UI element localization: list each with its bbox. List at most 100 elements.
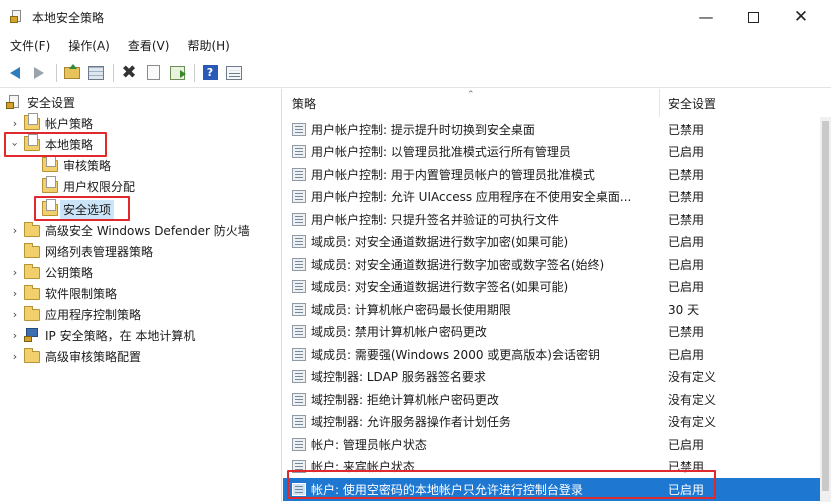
tree-item-ip-security[interactable]: › IP 安全策略，在 本地计算机 xyxy=(10,325,195,346)
tree-item-public-key[interactable]: › 公钥策略 xyxy=(10,262,93,283)
annotation-box-selected-policy xyxy=(287,470,716,499)
expand-chevron-icon[interactable]: › xyxy=(10,308,20,321)
properties-icon xyxy=(146,65,160,80)
title-bar: 本地安全策略 — ✕ xyxy=(0,0,831,34)
folder-icon xyxy=(24,284,40,300)
ip-security-icon xyxy=(24,328,40,343)
column-header-policy[interactable]: 策略 xyxy=(283,89,660,117)
policy-folder-icon xyxy=(42,154,58,172)
expand-chevron-icon[interactable]: › xyxy=(10,117,20,130)
menu-view[interactable]: 查看(V) xyxy=(120,37,178,54)
menu-action[interactable]: 操作(A) xyxy=(60,37,118,54)
maximize-button[interactable] xyxy=(730,0,776,34)
tree-item-app-control[interactable]: › 应用程序控制策略 xyxy=(10,304,141,325)
help-icon: ? xyxy=(202,65,218,80)
export-icon xyxy=(169,65,186,80)
policy-icon xyxy=(292,347,306,361)
forward-icon xyxy=(34,66,44,79)
security-settings-icon xyxy=(6,95,22,110)
help-button[interactable]: ? xyxy=(199,62,221,84)
table-row[interactable]: 帐户: 管理员帐户状态 已启用 xyxy=(283,433,820,456)
table-row[interactable]: 用户帐户控制: 允许 UIAccess 应用程序在不使用安全桌面... 已禁用 xyxy=(283,186,820,209)
policy-icon xyxy=(292,392,306,406)
properties-button[interactable] xyxy=(142,62,164,84)
policy-icon xyxy=(292,145,306,159)
show-hide-tree-button[interactable] xyxy=(85,62,107,84)
tree-item-advanced-audit[interactable]: › 高级审核策略配置 xyxy=(10,346,141,367)
policy-icon xyxy=(292,302,306,316)
policy-folder-icon xyxy=(42,175,58,193)
delete-button[interactable]: ✖ xyxy=(118,62,140,84)
tree-item-network-list[interactable]: 网络列表管理器策略 xyxy=(24,241,153,262)
folder-icon xyxy=(24,347,40,363)
tree-root-security-settings[interactable]: 安全设置 xyxy=(6,92,75,113)
policy-icon xyxy=(292,370,306,384)
menu-file[interactable]: 文件(F) xyxy=(2,37,58,54)
table-row[interactable]: 域控制器: LDAP 服务器签名要求 没有定义 xyxy=(283,366,820,389)
menu-help[interactable]: 帮助(H) xyxy=(179,37,237,54)
list-view-icon xyxy=(226,65,242,80)
policy-icon xyxy=(292,415,306,429)
security-policy-app-icon xyxy=(10,10,24,24)
folder-icon xyxy=(24,263,40,279)
table-row[interactable]: 用户帐户控制: 用于内置管理员帐户的管理员批准模式 已禁用 xyxy=(283,163,820,186)
vertical-scrollbar[interactable] xyxy=(820,117,831,502)
table-row[interactable]: 域成员: 需要强(Windows 2000 或更高版本)会话密钥 已启用 xyxy=(283,343,820,366)
policy-icon xyxy=(292,325,306,339)
table-row[interactable]: 用户帐户控制: 以管理员批准模式运行所有管理员 已启用 xyxy=(283,141,820,164)
table-row[interactable]: 域成员: 计算机帐户密码最长使用期限 30 天 xyxy=(283,298,820,321)
table-row[interactable]: 域成员: 对安全通道数据进行数字加密或数字签名(始终) 已启用 xyxy=(283,253,820,276)
policy-list: ⌃ 策略 安全设置 用户帐户控制: 提示提升时切换到安全桌面 已禁用 用户帐户控制… xyxy=(283,89,831,502)
table-row[interactable]: 用户帐户控制: 只提升签名并验证的可执行文件 已禁用 xyxy=(283,208,820,231)
minimize-button[interactable]: — xyxy=(683,0,729,34)
tree-item-defender-firewall[interactable]: › 高级安全 Windows Defender 防火墙 xyxy=(10,220,250,241)
close-button[interactable]: ✕ xyxy=(778,0,824,34)
toolbar-separator xyxy=(194,63,195,82)
expand-chevron-icon[interactable]: › xyxy=(10,350,20,363)
toolbar-separator xyxy=(113,63,114,82)
export-list-button[interactable] xyxy=(166,62,188,84)
policy-icon xyxy=(292,122,306,136)
tree-item-account-policies[interactable]: › 帐户策略 xyxy=(10,112,93,134)
tree-item-audit-policy[interactable]: 审核策略 xyxy=(42,154,111,176)
folder-icon xyxy=(24,221,40,237)
policy-rows: 用户帐户控制: 提示提升时切换到安全桌面 已禁用 用户帐户控制: 以管理员批准模式… xyxy=(283,118,820,501)
tree-item-user-rights[interactable]: 用户权限分配 xyxy=(42,175,135,197)
list-view-button[interactable] xyxy=(223,62,245,84)
policy-icon xyxy=(292,212,306,226)
up-folder-icon xyxy=(64,63,80,79)
policy-icon xyxy=(292,235,306,249)
policy-icon xyxy=(292,257,306,271)
column-header-setting[interactable]: 安全设置 xyxy=(660,89,820,117)
expand-chevron-icon[interactable]: › xyxy=(10,224,20,237)
annotation-box-security-options xyxy=(34,196,130,221)
window-title: 本地安全策略 xyxy=(32,10,105,25)
expand-chevron-icon[interactable]: › xyxy=(10,266,20,279)
expand-chevron-icon[interactable]: › xyxy=(10,329,20,342)
up-one-level-button[interactable] xyxy=(61,62,83,84)
table-row[interactable]: 域成员: 对安全通道数据进行数字签名(如果可能) 已启用 xyxy=(283,276,820,299)
table-row[interactable]: 域控制器: 允许服务器操作者计划任务 没有定义 xyxy=(283,411,820,434)
annotation-box-local-policies xyxy=(4,132,107,157)
table-row[interactable]: 域成员: 对安全通道数据进行数字加密(如果可能) 已启用 xyxy=(283,231,820,254)
minimize-icon: — xyxy=(698,8,714,26)
expand-chevron-icon[interactable]: › xyxy=(10,287,20,300)
show-tree-icon xyxy=(88,65,104,80)
forward-button[interactable] xyxy=(28,62,50,84)
close-icon: ✕ xyxy=(793,7,809,27)
tree-item-software-restriction[interactable]: › 软件限制策略 xyxy=(10,283,117,304)
scrollbar-thumb[interactable] xyxy=(822,121,829,491)
navigation-tree: 安全设置 › 帐户策略 › 本地策略 审核策略 用户权限分配 安全选项 › 高级… xyxy=(0,89,282,502)
delete-icon: ✖ xyxy=(121,61,137,83)
back-button[interactable] xyxy=(4,62,26,84)
table-row[interactable]: 用户帐户控制: 提示提升时切换到安全桌面 已禁用 xyxy=(283,118,820,141)
folder-icon xyxy=(24,305,40,321)
policy-icon xyxy=(292,190,306,204)
table-row[interactable]: 域成员: 禁用计算机帐户密码更改 已禁用 xyxy=(283,321,820,344)
toolbar-separator xyxy=(56,63,57,82)
table-row[interactable]: 域控制器: 拒绝计算机帐户密码更改 没有定义 xyxy=(283,388,820,411)
policy-icon xyxy=(292,167,306,181)
folder-icon xyxy=(24,242,40,258)
policy-icon xyxy=(292,280,306,294)
back-icon xyxy=(10,66,20,79)
